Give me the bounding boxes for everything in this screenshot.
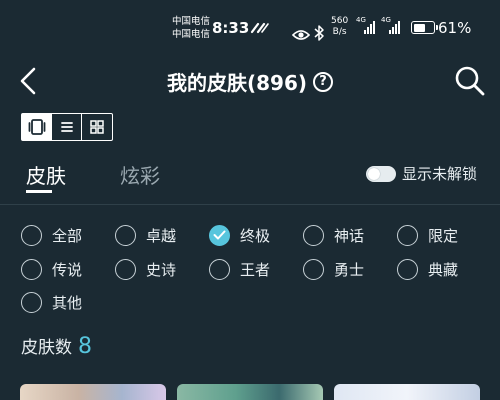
app-header: 我的皮肤(896) ? [0,55,500,107]
filter-label: 王者 [240,260,271,279]
tab-active-indicator [26,190,52,193]
battery-percent: 61% [438,19,472,37]
toggle-knob [368,167,380,180]
tab-skins-label: 皮肤 [26,164,66,188]
radio-button[interactable] [209,258,230,280]
status-bar: 中国电信 中国电信 8:33 560 B/s 4G 4G 61% [0,0,500,54]
radio-button[interactable] [21,258,42,280]
signal-2-label: 4G [381,16,391,24]
page-title-wrap: 我的皮肤(896) ? [0,67,500,96]
net-speed-unit: B/s [332,27,347,37]
battery-fill [413,23,426,32]
radio-button[interactable] [303,258,324,280]
toggle-switch[interactable] [366,165,396,182]
show-locked-toggle[interactable]: 显示未解锁 [366,163,477,184]
filter-label: 勇士 [334,260,365,279]
net-speed-value: 560 [331,16,349,26]
filter-other[interactable]: 其他 [21,289,82,315]
radio-button[interactable] [115,258,136,280]
carrier-2: 中国电信 [172,29,211,40]
filter-label: 典藏 [428,260,459,279]
filter-label: 神话 [334,226,365,245]
battery-icon [411,21,438,34]
radio-button[interactable] [303,224,324,246]
check-icon [213,230,226,240]
skin-card[interactable] [20,384,166,400]
filter-label: 卓越 [146,226,177,245]
radio-button[interactable] [397,224,418,246]
card-view-button[interactable] [22,114,52,140]
filter-label: 全部 [52,226,83,245]
carrier-info: 中国电信 中国电信 [172,15,210,41]
tab-colors[interactable]: 炫彩 [120,160,160,189]
skin-card-list [0,384,500,400]
skin-count-label: 皮肤数 [21,338,72,358]
card-view-icon [28,119,45,135]
filter-label: 传说 [52,260,83,279]
filter-label: 史诗 [146,260,177,279]
signal-2: 4G [381,16,401,39]
signal-1: 4G [356,16,376,39]
divider [0,204,500,205]
radio-button[interactable] [209,224,230,246]
net-speed: 560 B/s [331,16,348,38]
filter-label: 终极 [240,226,271,245]
grid-view-button[interactable] [82,114,112,140]
show-locked-label: 显示未解锁 [402,165,478,183]
hd-voice-icon [250,22,269,34]
carrier-1: 中国电信 [172,16,211,27]
radio-button[interactable] [21,291,42,313]
filter-label: 限定 [428,226,459,245]
help-icon[interactable]: ? [313,71,334,92]
view-mode-toggle [21,113,113,141]
filter-epic[interactable]: 史诗 [115,256,176,282]
eye-comfort-icon [292,30,310,40]
filter-legend[interactable]: 传说 [21,256,82,282]
radio-button[interactable] [397,258,418,280]
skin-count: 皮肤数 8 [21,333,92,359]
filter-king[interactable]: 王者 [209,256,270,282]
filter-all[interactable]: 全部 [21,222,82,248]
skin-card[interactable] [177,384,323,400]
filter-myth[interactable]: 神话 [303,222,364,248]
skin-card[interactable] [334,384,480,400]
bluetooth-icon [314,25,324,41]
radio-button[interactable] [115,224,136,246]
signal-1-label: 4G [356,16,366,24]
status-time: 8:33 [212,19,250,37]
filter-collection[interactable]: 典藏 [397,256,458,282]
list-view-icon [60,122,73,132]
skin-count-value: 8 [78,334,92,359]
radio-button[interactable] [21,224,42,246]
filter-label: 其他 [52,293,83,312]
tab-skins[interactable]: 皮肤 [26,160,66,193]
grid-view-icon [90,120,104,134]
list-view-button[interactable] [52,114,82,140]
filter-limited[interactable]: 限定 [397,222,458,248]
filter-ultimate[interactable]: 终极 [209,222,270,248]
filter-warrior[interactable]: 勇士 [303,256,364,282]
page-title: 我的皮肤(896) [166,71,308,95]
tab-colors-label: 炫彩 [120,164,160,188]
search-icon[interactable] [454,65,486,97]
filter-excellent[interactable]: 卓越 [115,222,176,248]
